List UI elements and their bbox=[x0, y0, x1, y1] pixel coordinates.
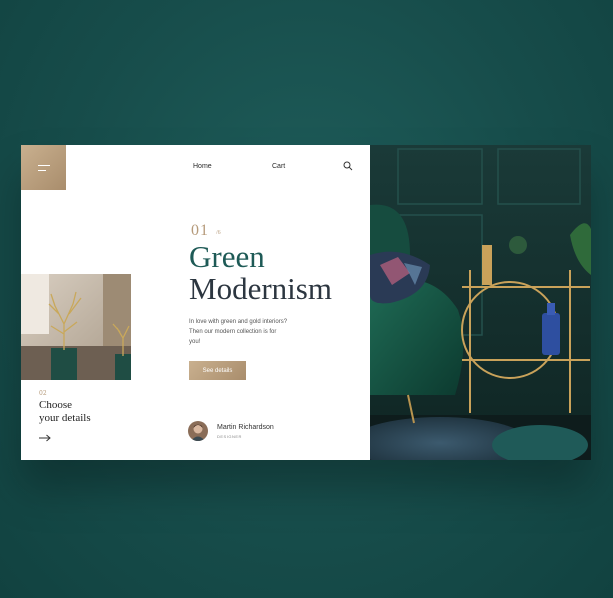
author-name: Martin Richardson bbox=[217, 424, 274, 431]
step-title-line1: Choose bbox=[39, 399, 72, 411]
hero-description: In love with green and gold interiors? T… bbox=[189, 319, 288, 345]
content-panel: Home Cart 02 Choose your details 01 /6 G… bbox=[21, 145, 370, 460]
avatar bbox=[188, 421, 208, 441]
search-icon[interactable] bbox=[343, 161, 353, 171]
nav-cart[interactable]: Cart bbox=[272, 163, 285, 170]
menu-button[interactable] bbox=[21, 145, 66, 190]
hamburger-icon bbox=[37, 164, 50, 171]
product-image[interactable] bbox=[21, 274, 131, 380]
see-details-button[interactable]: See details bbox=[189, 361, 246, 380]
title-line1: Green bbox=[189, 239, 265, 274]
nav-home[interactable]: Home bbox=[193, 163, 212, 170]
slide-number: 01 bbox=[191, 222, 209, 239]
step-title: Choose your details bbox=[39, 399, 129, 425]
author-role: DESIGNER bbox=[217, 434, 242, 439]
step-title-line2: your details bbox=[39, 412, 91, 424]
interior-photo bbox=[370, 145, 591, 460]
hero-card: Home Cart 02 Choose your details 01 /6 G… bbox=[21, 145, 591, 460]
step-number: 02 bbox=[39, 390, 47, 397]
slide-total: /6 bbox=[216, 230, 221, 236]
title-line2: Modernism bbox=[189, 271, 332, 306]
arrow-right-icon[interactable] bbox=[39, 434, 51, 442]
page-title: Green Modernism bbox=[189, 241, 332, 305]
